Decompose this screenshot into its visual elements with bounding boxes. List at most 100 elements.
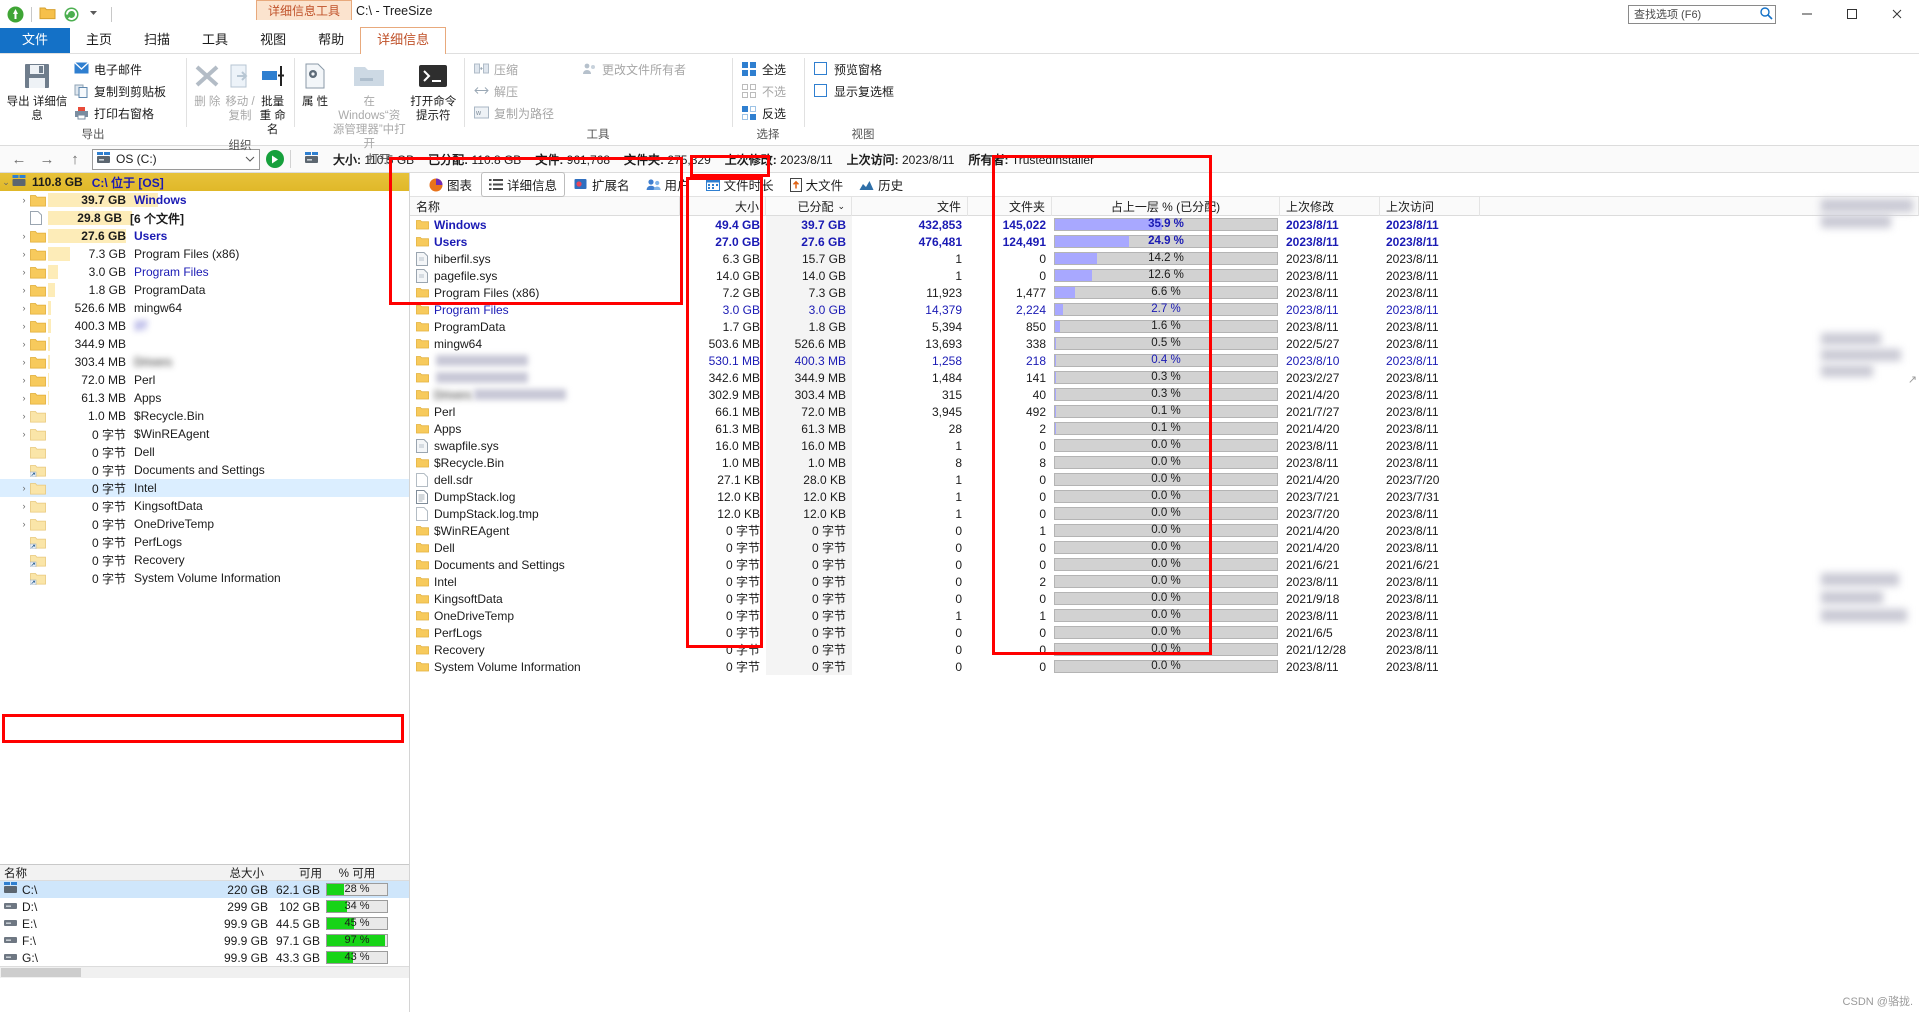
tree-expand-chevron-icon[interactable]: › — [18, 285, 30, 295]
table-row[interactable]: dell.sdr27.1 KB28.0 KB100.0 %2021/4/2020… — [410, 471, 1919, 488]
open-in-explorer-button[interactable]: 在 Windows“资 源管理器”中打开 — [332, 56, 406, 151]
col-header-allocated[interactable]: 已分配⌄ — [766, 197, 852, 216]
table-row[interactable]: mingw64503.6 MB526.6 MB13,6933380.5 %202… — [410, 335, 1919, 352]
tree-item[interactable]: ›303.4 MBDrivers — [0, 353, 409, 371]
export-details-button[interactable]: 导出 详细信息 — [6, 56, 68, 123]
back-button[interactable]: ← — [8, 151, 30, 168]
table-row[interactable]: hiberfil.sys6.3 GB15.7 GB1014.2 %2023/8/… — [410, 250, 1919, 267]
ribbon-tab-help[interactable]: 帮助 — [302, 28, 360, 53]
drive-col-name[interactable]: 名称 — [0, 865, 202, 881]
view-tab-users[interactable]: 用户 — [639, 173, 697, 196]
checkbox-icon-2[interactable] — [814, 84, 829, 99]
refresh-scan-icon[interactable] — [63, 6, 80, 23]
table-row[interactable]: System Volume Information0 字节0 字节000.0 %… — [410, 658, 1919, 675]
drive-col-pct[interactable]: % 可用 — [326, 865, 388, 881]
view-tab-big-file[interactable]: 大文件 — [783, 173, 851, 196]
view-tab-details[interactable]: 详细信息 — [481, 172, 565, 197]
table-row[interactable]: Drivers302.9 MB303.4 MB315400.3 %2021/4/… — [410, 386, 1919, 403]
bulk-rename-button[interactable]: 批量重 命名 — [257, 56, 288, 137]
open-folder-icon[interactable] — [39, 6, 56, 23]
drive-col-total[interactable]: 总大小 — [202, 865, 268, 881]
move-copy-button[interactable]: 移动 /复制 — [225, 56, 256, 123]
change-file-owner-button[interactable]: 更改文件所有者 — [578, 60, 690, 79]
tree-item[interactable]: ›526.6 MBmingw64 — [0, 299, 409, 317]
copy-as-path-button[interactable]: w 复制为路径 — [470, 104, 558, 123]
tree-expand-chevron-icon[interactable]: › — [18, 303, 30, 313]
qat-chevron-down-icon[interactable] — [87, 6, 104, 23]
table-row[interactable]: Intel0 字节0 字节020.0 %2023/8/112023/8/11 — [410, 573, 1919, 590]
table-row[interactable]: $WinREAgent0 字节0 字节010.0 %2021/4/202023/… — [410, 522, 1919, 539]
ribbon-tab-file[interactable]: 文件 — [0, 28, 70, 53]
tree-expand-chevron-icon[interactable]: › — [18, 393, 30, 403]
details-grid[interactable]: 名称 大小 已分配⌄ 文件 文件夹 占上一层 % (已分配) 上次修改 上次访问… — [410, 197, 1919, 1012]
quick-access-toolbar[interactable] — [0, 6, 112, 23]
forward-button[interactable]: → — [36, 151, 58, 168]
table-row[interactable]: OneDriveTemp0 字节0 字节110.0 %2023/8/112023… — [410, 607, 1919, 624]
table-row[interactable]: ProgramData1.7 GB1.8 GB5,3948501.6 %2023… — [410, 318, 1919, 335]
maximize-button[interactable] — [1829, 0, 1874, 28]
tree-expand-chevron-icon[interactable]: › — [18, 339, 30, 349]
tree-expand-chevron-icon[interactable]: › — [18, 249, 30, 259]
view-tab-extension[interactable]: 扩展名 — [567, 173, 637, 196]
drive-list-hscrollbar[interactable] — [0, 966, 409, 978]
tree-item[interactable]: ›1.0 MB$Recycle.Bin — [0, 407, 409, 425]
delete-button[interactable]: 删 除 — [192, 56, 223, 109]
tree-expand-chevron-icon[interactable]: › — [18, 195, 30, 205]
drive-list[interactable]: 名称 总大小 可用 % 可用 C:\220 GB62.1 GB28 %D:\29… — [0, 864, 409, 1012]
tree-item[interactable]: ›0 字节OneDriveTemp — [0, 515, 409, 533]
drive-row[interactable]: E:\99.9 GB44.5 GB45 % — [0, 915, 409, 932]
col-header-name[interactable]: 名称 — [410, 197, 680, 216]
tree-item[interactable]: ›400.3 MB3T — [0, 317, 409, 335]
tree-item[interactable]: 0 字节Recovery — [0, 551, 409, 569]
table-row[interactable]: KingsoftData0 字节0 字节000.0 %2021/9/182023… — [410, 590, 1919, 607]
table-row[interactable]: Documents and Settings0 字节0 字节000.0 %202… — [410, 556, 1919, 573]
drive-row[interactable]: D:\299 GB102 GB34 % — [0, 898, 409, 915]
view-tab-calendar[interactable]: 文件时长 — [699, 173, 781, 196]
view-tab-pie-chart[interactable]: 图表 — [422, 173, 479, 196]
table-row[interactable]: Program Files (x86)7.2 GB7.3 GB11,9231,4… — [410, 284, 1919, 301]
tree-item[interactable]: ›0 字节KingsoftData — [0, 497, 409, 515]
tree-item[interactable]: ›72.0 MBPerl — [0, 371, 409, 389]
table-row[interactable]: Windows49.4 GB39.7 GB432,853145,02235.9 … — [410, 216, 1919, 233]
col-header-folders[interactable]: 文件夹 — [968, 197, 1052, 216]
tree-item[interactable]: ›344.9 MB — [0, 335, 409, 353]
tree-item[interactable]: ›27.6 GBUsers — [0, 227, 409, 245]
table-row[interactable]: pagefile.sys14.0 GB14.0 GB1012.6 %2023/8… — [410, 267, 1919, 284]
table-row[interactable]: swapfile.sys16.0 MB16.0 MB100.0 %2023/8/… — [410, 437, 1919, 454]
table-row[interactable]: PerfLogs0 字节0 字节000.0 %2021/6/52023/8/11 — [410, 624, 1919, 641]
extract-button[interactable]: 解压 — [470, 82, 558, 101]
tree-expand-chevron-icon[interactable]: › — [18, 375, 30, 385]
tree-root-chevron-icon[interactable]: ⌄ — [0, 177, 12, 188]
table-row[interactable]: Dell0 字节0 字节000.0 %2021/4/202023/8/11 — [410, 539, 1919, 556]
table-row[interactable]: Program Files3.0 GB3.0 GB14,3792,2242.7 … — [410, 301, 1919, 318]
tree-expand-chevron-icon[interactable]: › — [18, 321, 30, 331]
tree-expand-chevron-icon[interactable]: › — [18, 519, 30, 529]
drive-row[interactable]: F:\99.9 GB97.1 GB97 % — [0, 932, 409, 949]
tree-root-row[interactable]: ⌄ 110.8 GB C:\ 位于 [OS] — [0, 173, 409, 191]
email-button[interactable]: 电子邮件 — [70, 60, 170, 79]
print-right-pane-button[interactable]: 打印右窗格 — [70, 104, 170, 123]
table-row[interactable]: Apps61.3 MB61.3 MB2820.1 %2021/4/202023/… — [410, 420, 1919, 437]
tree-item[interactable]: ›0 字节$WinREAgent — [0, 425, 409, 443]
resize-handle-icon[interactable]: ↗ — [1908, 373, 1917, 386]
minimize-button[interactable] — [1784, 0, 1829, 28]
close-button[interactable] — [1874, 0, 1919, 28]
col-header-modified[interactable]: 上次修改 — [1280, 197, 1380, 216]
drive-row[interactable]: G:\99.9 GB43.3 GB43 % — [0, 949, 409, 966]
select-all-button[interactable]: 全选 — [738, 60, 790, 79]
col-header-accessed[interactable]: 上次访问 — [1380, 197, 1480, 216]
table-row[interactable]: 342.6 MB344.9 MB1,4841410.3 %2023/2/2720… — [410, 369, 1919, 386]
search-icon[interactable] — [1759, 6, 1773, 23]
tree-item[interactable]: 0 字节System Volume Information — [0, 569, 409, 587]
tree-item[interactable]: 0 字节Dell — [0, 443, 409, 461]
show-checkboxes-toggle[interactable]: 显示复选框 — [810, 82, 898, 101]
tree-expand-chevron-icon[interactable]: › — [18, 411, 30, 421]
table-row[interactable]: Users27.0 GB27.6 GB476,481124,49124.9 %2… — [410, 233, 1919, 250]
tree-expand-chevron-icon[interactable]: › — [18, 357, 30, 367]
ribbon-tab-view[interactable]: 视图 — [244, 28, 302, 53]
tree-expand-chevron-icon[interactable]: › — [18, 429, 30, 439]
table-row[interactable]: Recovery0 字节0 字节000.0 %2021/12/282023/8/… — [410, 641, 1919, 658]
tree-item[interactable]: ›3.0 GBProgram Files — [0, 263, 409, 281]
properties-button[interactable]: 属 性 — [300, 56, 330, 109]
select-none-button[interactable]: 不选 — [738, 82, 790, 101]
